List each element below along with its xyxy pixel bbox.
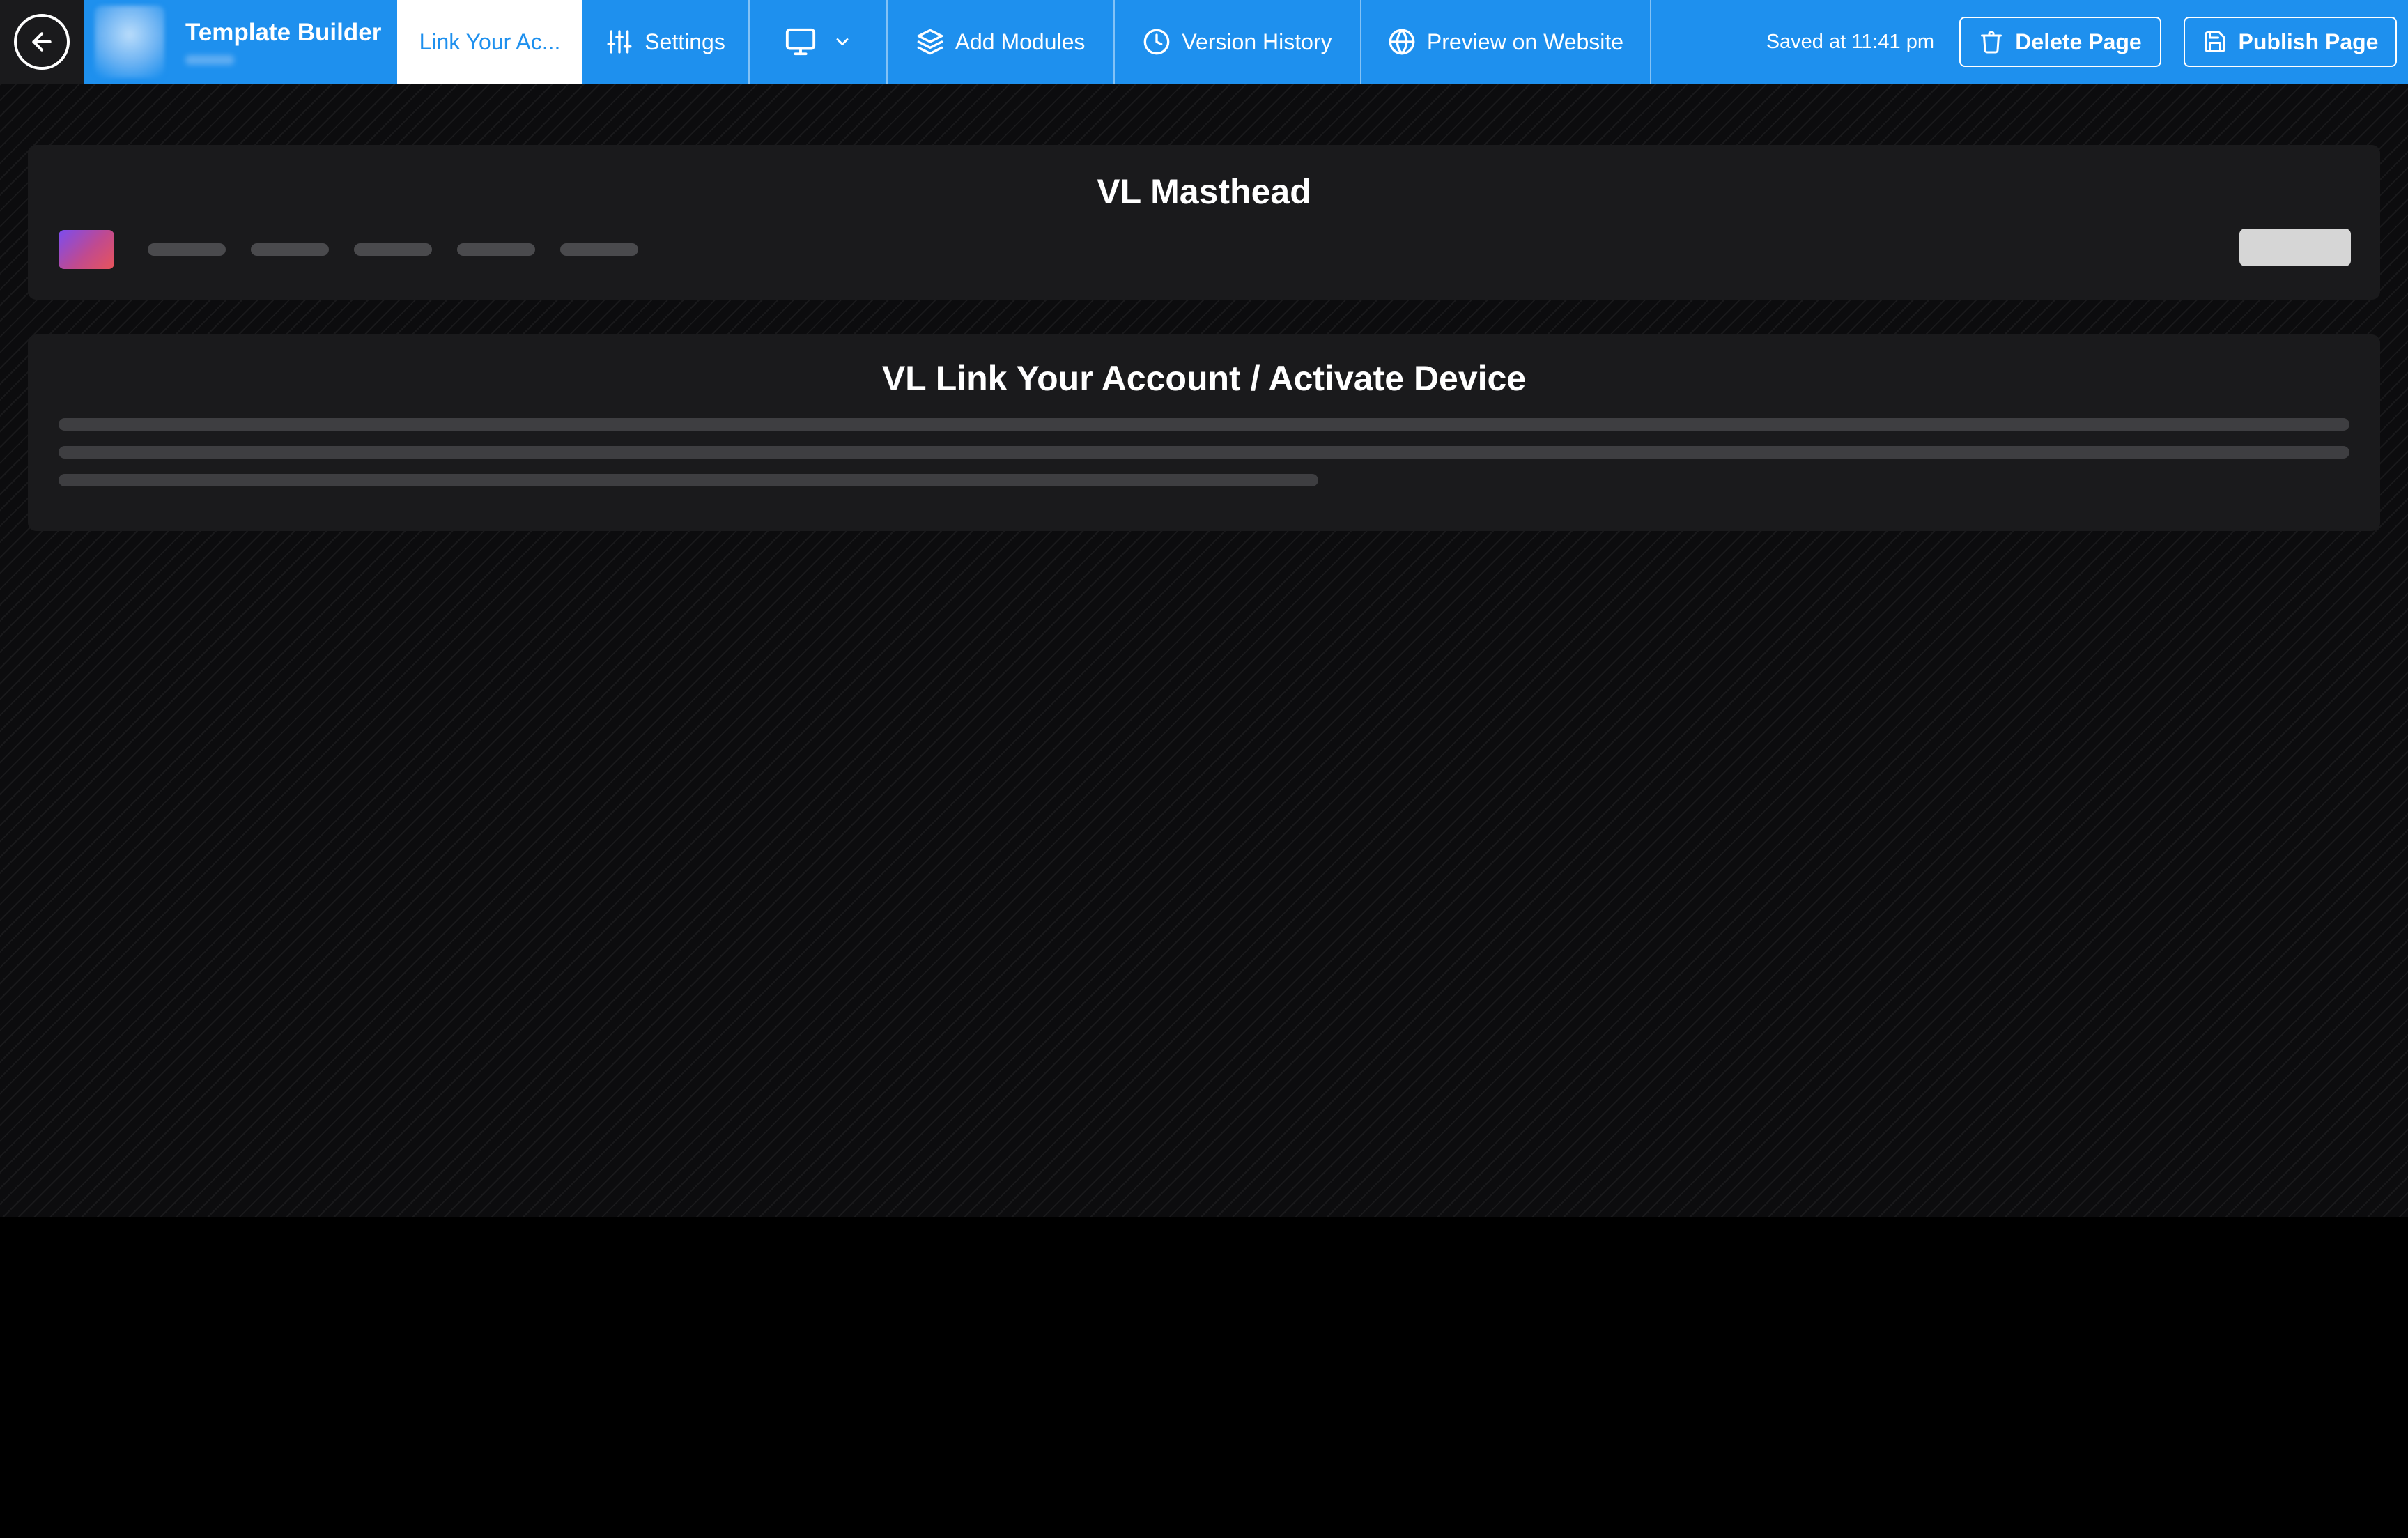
text-line-placeholder xyxy=(59,446,2349,459)
empty-area xyxy=(0,1217,2408,1538)
module-link-account[interactable]: VL Link Your Account / Activate Device xyxy=(28,334,2380,531)
monitor-icon xyxy=(784,26,817,58)
module-masthead[interactable]: VL Masthead xyxy=(28,145,2380,300)
masthead-nav-placeholder xyxy=(457,243,535,256)
arrow-left-icon xyxy=(32,32,52,52)
tab-settings-label: Settings xyxy=(645,29,725,54)
layers-icon xyxy=(916,28,944,56)
page-actions: Saved at 11:41 pm Delete Page Publish Pa… xyxy=(1766,0,2408,84)
device-preview-selector[interactable] xyxy=(750,0,888,84)
tab-preview-label: Preview on Website xyxy=(1426,29,1624,54)
text-line-placeholder xyxy=(59,418,2349,431)
save-status: Saved at 11:41 pm xyxy=(1766,30,1934,53)
brand-block: Template Builder xyxy=(84,0,397,84)
module-title: VL Masthead xyxy=(1097,172,1311,211)
tab-preview-on-website[interactable]: Preview on Website xyxy=(1361,0,1651,84)
text-line-placeholder xyxy=(59,474,1318,486)
globe-icon xyxy=(1388,28,1416,56)
masthead-nav-placeholder xyxy=(560,243,638,256)
masthead-nav-placeholder xyxy=(251,243,329,256)
tab-add-modules[interactable]: Add Modules xyxy=(888,0,1115,84)
masthead-nav-placeholder xyxy=(148,243,226,256)
tab-add-modules-label: Add Modules xyxy=(955,29,1086,54)
top-toolbar: Template Builder Link Your Ac... Setting… xyxy=(0,0,2408,84)
clock-icon xyxy=(1143,28,1171,56)
masthead-button-placeholder xyxy=(2239,229,2351,266)
tab-version-history-label: Version History xyxy=(1182,29,1332,54)
masthead-nav-placeholder xyxy=(354,243,432,256)
tab-settings[interactable]: Settings xyxy=(582,0,750,84)
back-button[interactable] xyxy=(14,14,70,70)
module-title: VL Link Your Account / Activate Device xyxy=(881,359,1527,398)
publish-page-label: Publish Page xyxy=(2238,29,2379,54)
tab-version-history[interactable]: Version History xyxy=(1115,0,1361,84)
builder-canvas: VL Masthead VL Link Your Account / Activ… xyxy=(0,84,2408,1217)
app-title: Template Builder xyxy=(185,19,382,46)
delete-page-label: Delete Page xyxy=(2015,29,2142,54)
masthead-logo-placeholder xyxy=(59,230,114,269)
delete-page-button[interactable]: Delete Page xyxy=(1959,17,2161,67)
blurred-subtitle xyxy=(185,55,234,65)
save-icon xyxy=(2202,29,2228,54)
back-button-container xyxy=(0,0,84,84)
sliders-icon xyxy=(605,28,633,56)
tab-current-page-label: Link Your Ac... xyxy=(419,29,561,54)
publish-page-button[interactable]: Publish Page xyxy=(2184,17,2397,67)
tab-current-page[interactable]: Link Your Ac... xyxy=(397,0,582,84)
chevron-down-icon xyxy=(833,32,852,52)
site-logo-thumbnail xyxy=(95,6,164,78)
trash-icon xyxy=(1979,29,2004,54)
